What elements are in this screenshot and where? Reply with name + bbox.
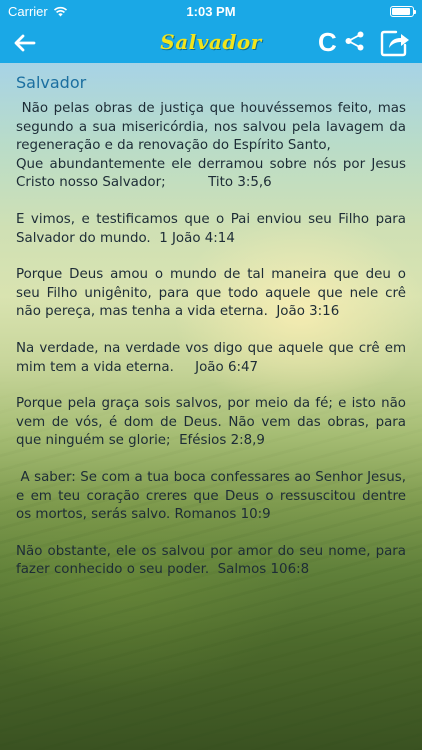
verse-paragraph: Porque Deus amou o mundo de tal maneira … — [16, 267, 411, 320]
status-right — [390, 5, 416, 17]
status-time: 1:03 PM — [186, 3, 236, 19]
content-area[interactable]: Salvador Não pelas obras de justiça que … — [0, 63, 422, 750]
battery-icon — [390, 5, 416, 17]
battery-level — [392, 7, 410, 15]
export-icon[interactable] — [378, 25, 412, 59]
verse-paragraph: A saber: Se com a tua boca confessares a… — [16, 469, 411, 523]
verse-paragraph: Porque pela graça sois salvos, por meio … — [16, 396, 411, 449]
c-button[interactable]: C — [318, 29, 337, 55]
verse-paragraph: Não obstante, ele os salvou por amor do … — [16, 543, 411, 578]
status-bar: Carrier 1:03 PM — [0, 0, 422, 22]
verse-paragraph: Não pelas obras de justiça que houvéssem… — [16, 101, 406, 191]
section-title: Salvador — [16, 73, 87, 92]
share-icon[interactable] — [344, 30, 366, 52]
verse-list: Salvador Não pelas obras de justiça que … — [16, 73, 406, 598]
verse-paragraph: E vimos, e testificamos que o Pai enviou… — [16, 211, 411, 246]
verse-paragraph: Na verdade, na verdade vos digo que aque… — [16, 340, 411, 375]
nav-bar: Salvador C — [0, 22, 422, 63]
